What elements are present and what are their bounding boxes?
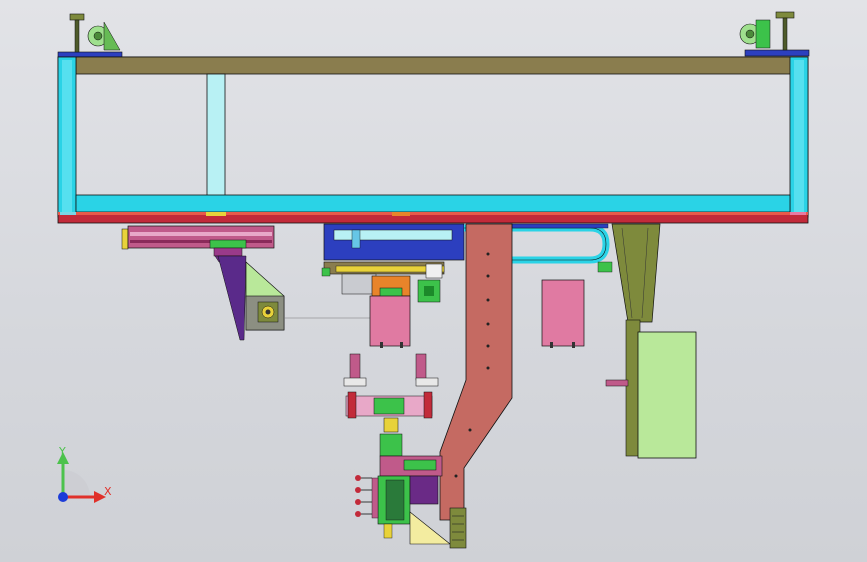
x-axis-label: X (104, 485, 112, 498)
brown-arm (439, 223, 513, 521)
y-axis-label: Y (58, 445, 66, 458)
lower-gripper (343, 353, 439, 433)
coordinate-triad: Y X (57, 445, 112, 503)
left-foot-assembly (57, 13, 123, 58)
right-pink-block (541, 279, 585, 348)
right-column-assembly (605, 223, 697, 459)
origin-dot (58, 492, 68, 502)
main-frame (57, 56, 809, 224)
right-foot-assembly (739, 11, 810, 57)
cad-viewport[interactable]: Y X (0, 0, 867, 562)
